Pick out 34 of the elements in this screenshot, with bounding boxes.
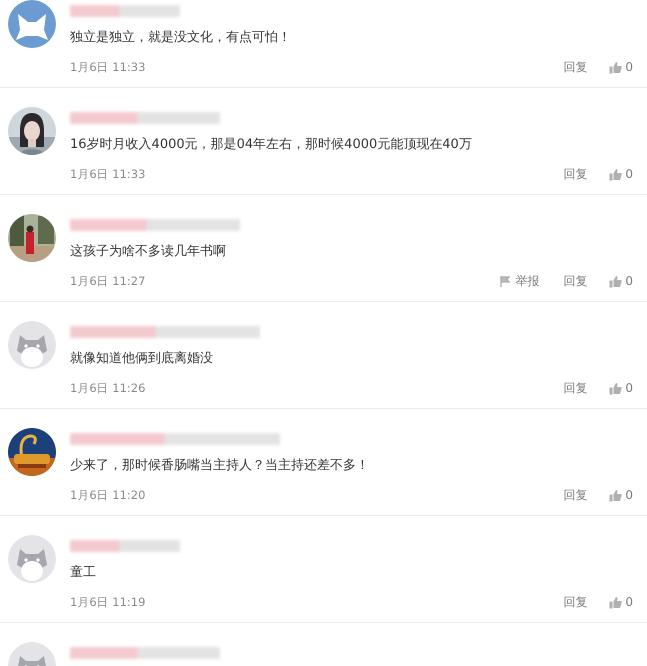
like-button[interactable]: 0 (609, 274, 633, 288)
comment-time: 1月6日 11:33 (70, 166, 146, 182)
comment-text: 16岁时月收入4000元，那是04年左右，那时候4000元能顶现在40万 (70, 136, 473, 154)
comment-text: 少来了，那时候香肠嘴当主持人？当主持还差不多！ (70, 457, 370, 475)
thumbs-up-icon (609, 274, 622, 288)
like-button[interactable]: 0 (609, 60, 633, 74)
avatar-icon (8, 535, 56, 583)
comment-time: 1月6日 11:19 (70, 594, 146, 610)
comment-time: 1月6日 11:20 (70, 488, 146, 502)
like-button[interactable]: 0 (609, 488, 633, 502)
reply-link[interactable]: 回复 (563, 272, 588, 290)
reply-link[interactable]: 回复 (563, 486, 588, 504)
thumbs-up-icon (609, 382, 622, 394)
comment-time: 1月6日 11:27 (70, 274, 146, 288)
flag-icon (499, 274, 512, 288)
comment-text: 独立是独立，就是没文化，有点可怕！ (70, 29, 292, 47)
comment-time: 1月6日 11:26 (70, 380, 146, 396)
reply-link[interactable]: 回复 (563, 380, 588, 396)
comment-text: 童工 (70, 564, 97, 582)
comment-text: 就像知道他俩到底离婚没 (70, 350, 214, 368)
reply-link[interactable]: 回复 (563, 594, 588, 610)
thumbs-up-icon (609, 168, 622, 180)
like-button[interactable]: 0 (609, 595, 633, 609)
avatar-icon (8, 321, 56, 369)
comment-time: 1月6日 11:33 (70, 60, 146, 74)
report-link[interactable]: 举报 (499, 272, 540, 290)
reply-link[interactable]: 回复 (563, 166, 588, 182)
reply-link[interactable]: 回复 (563, 58, 588, 76)
like-button[interactable]: 0 (609, 167, 633, 181)
thumbs-up-icon (609, 596, 622, 608)
comment-text: 这孩子为啥不多读几年书啊 (70, 243, 227, 261)
like-button[interactable]: 0 (609, 381, 633, 395)
thumbs-up-icon (609, 60, 622, 74)
thumbs-up-icon (609, 488, 622, 502)
